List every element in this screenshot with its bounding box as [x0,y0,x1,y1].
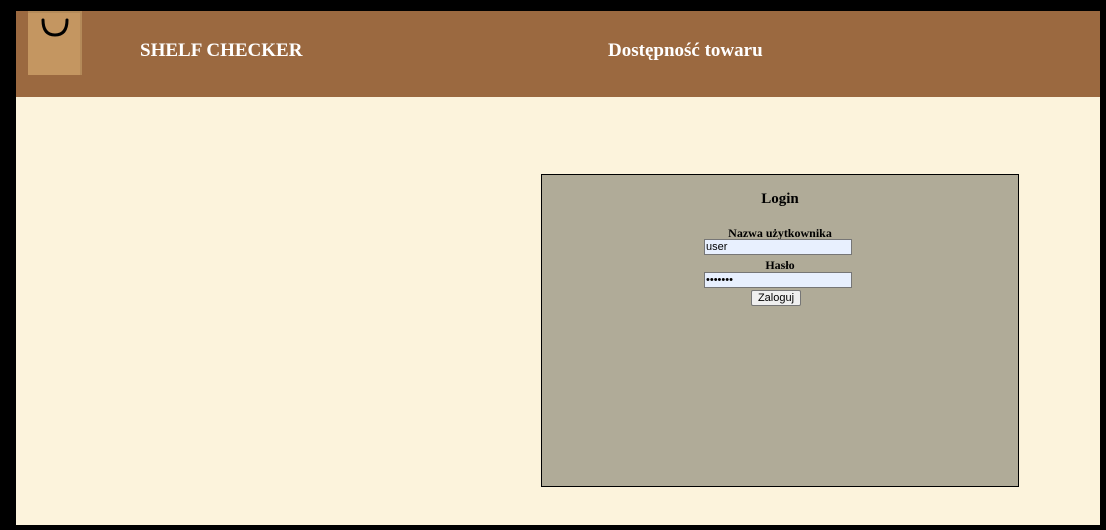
window-frame: SHELF CHECKER Dostępność towaru Login Na… [0,0,1106,530]
login-button[interactable]: Zaloguj [751,290,801,306]
password-input[interactable] [704,272,852,288]
password-label: Hasło [765,258,795,272]
header: SHELF CHECKER Dostępność towaru [16,11,1100,97]
login-panel: Login Nazwa użytkownika Hasło Zaloguj [541,174,1019,487]
app-brand: SHELF CHECKER [140,40,303,61]
shopping-bag-icon [28,11,82,75]
username-label: Nazwa użytkownika [728,226,832,240]
page-title: Dostępność towaru [608,40,763,61]
page: SHELF CHECKER Dostępność towaru Login Na… [16,11,1100,525]
username-input[interactable] [704,239,852,255]
login-title: Login [761,191,799,207]
